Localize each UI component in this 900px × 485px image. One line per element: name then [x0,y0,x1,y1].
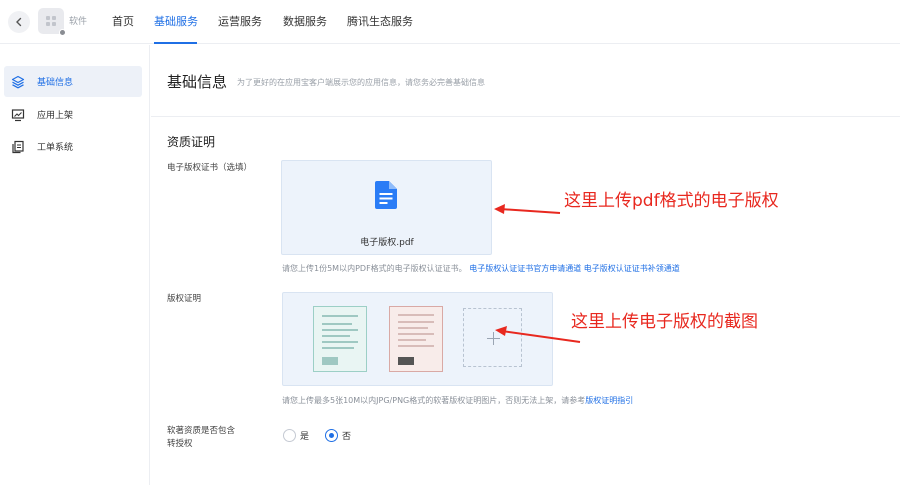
radio-circle[interactable] [325,429,338,442]
sidebar-item-label: 工单系统 [37,143,74,153]
image-upload-area [282,292,553,386]
screenshot-annotation: 这里上传电子版权的截图 [571,312,758,332]
tab-operation-services[interactable]: 运营服务 [218,13,262,29]
certificate-thumbnail[interactable] [389,306,443,372]
active-tab-indicator [154,42,197,44]
copyright-guide-link[interactable]: 版权证明指引 [585,396,633,405]
hint-text: 请您上传最多5张10M以内JPG/PNG格式的软著版权证明图片，否则无法上架，请… [282,396,586,405]
transfer-label: 软著资质是否包含 转授权 [167,425,235,451]
app-icon[interactable] [38,8,66,36]
status-dot [59,29,66,36]
section-title: 资质证明 [167,135,216,149]
copyright-proof-hint: 请您上传最多5张10M以内JPG/PNG格式的软著版权证明图片，否则无法上架，请… [282,395,633,406]
radio-yes[interactable]: 是 [283,429,309,442]
tab-tencent-ecosystem[interactable]: 腾讯生态服务 [347,13,413,29]
sidebar-item-label: 应用上架 [37,111,74,121]
copyright-cert-hint: 请您上传1份5M以内PDF格式的电子版权认证证书。 电子版权认证证书官方申请通道… [282,263,680,274]
add-image-button[interactable] [463,308,522,367]
radio-label: 是 [300,432,310,442]
transfer-label-line1: 软著资质是否包含 [167,426,236,436]
copyright-proof-label: 版权证明 [167,294,202,304]
uploaded-file-name[interactable]: 电子版权.pdf [282,235,492,248]
sidebar-item-label: 基础信息 [37,78,74,88]
back-button[interactable] [8,11,30,33]
documents-icon [11,140,25,154]
radio-circle[interactable] [283,429,296,442]
sidebar-item-basic-info[interactable]: 基础信息 [4,66,142,97]
transfer-label-line2: 转授权 [167,439,193,449]
chevron-left-icon [16,17,22,27]
pdf-annotation: 这里上传pdf格式的电子版权 [564,191,779,211]
tab-home[interactable]: 首页 [112,13,134,29]
divider [151,116,900,117]
copyright-cert-label: 电子版权证书（选填） [167,163,253,173]
tab-basic-services[interactable]: 基础服务 [154,13,198,29]
app-name: 软件 [69,17,88,27]
supplement-apply-link[interactable]: 电子版权认证证书补领通道 [584,264,680,273]
monitor-icon [11,108,25,122]
official-apply-link[interactable]: 电子版权认证证书官方申请通道 [469,264,581,273]
document-icon [375,181,397,209]
radio-no[interactable]: 否 [325,429,351,442]
page-title: 基础信息 [167,73,228,91]
certificate-thumbnail[interactable] [313,306,367,372]
tab-data-services[interactable]: 数据服务 [283,13,327,29]
sidebar-item-app-listing[interactable]: 应用上架 [4,99,142,130]
sidebar-item-ticket-system[interactable]: 工单系统 [4,131,142,162]
layers-icon [11,75,25,89]
pdf-upload-area[interactable]: 电子版权.pdf [281,160,492,255]
hint-text: 请您上传1份5M以内PDF格式的电子版权认证证书。 [282,264,467,273]
radio-label: 否 [342,432,352,442]
top-nav: 软件 首页 基础服务 运营服务 数据服务 腾讯生态服务 [0,0,900,44]
page-subtitle: 为了更好的在应用宝客户端展示您的应用信息，请您务必完善基础信息 [237,78,485,87]
arrow-to-pdf [494,204,561,214]
sidebar: 基础信息 应用上架 工单系统 [0,45,150,485]
